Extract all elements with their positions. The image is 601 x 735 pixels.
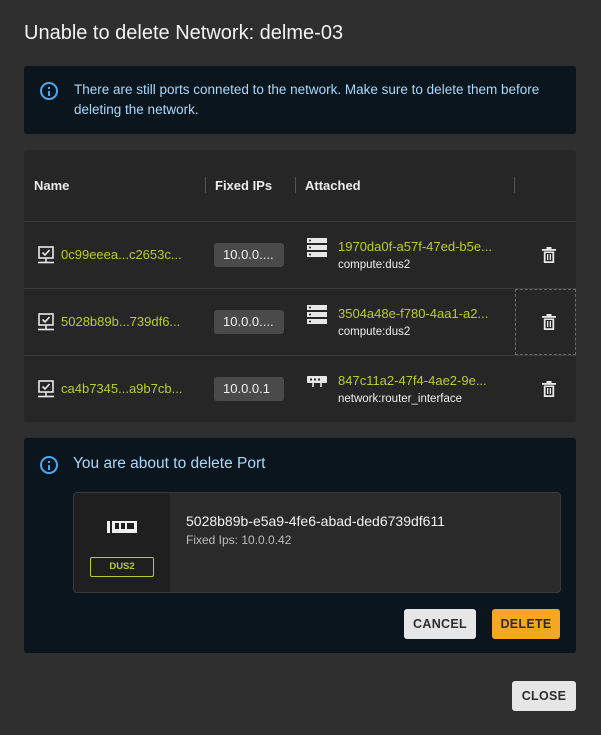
column-header-name[interactable]: Name [34, 178, 69, 193]
delete-confirmation-panel: You are about to delete Port DUS2 5028b8… [24, 438, 576, 653]
port-name-link[interactable]: 0c99eeea...c2653c... [61, 247, 182, 262]
delete-button[interactable]: DELETE [492, 609, 560, 639]
trash-icon[interactable] [542, 247, 556, 263]
ports-table: Name Fixed IPs Attached 0c99eeea...c2653… [24, 150, 576, 422]
attached-device-link[interactable]: 3504a48e-f780-4aa1-a2... [338, 306, 488, 321]
info-banner: There are still ports conneted to the ne… [24, 66, 576, 134]
cancel-button[interactable]: CANCEL [404, 609, 476, 639]
region-badge: DUS2 [90, 557, 154, 577]
server-icon [307, 238, 327, 257]
port-card-thumbnail: DUS2 [74, 493, 170, 592]
trash-icon[interactable] [542, 314, 556, 330]
port-name-link[interactable]: ca4b7345...a9b7cb... [61, 381, 182, 396]
column-separator [295, 177, 296, 193]
trash-icon[interactable] [542, 381, 556, 397]
port-name-link[interactable]: 5028b89b...739df6... [61, 314, 180, 329]
router-icon [307, 376, 327, 387]
column-header-fixed-ips[interactable]: Fixed IPs [215, 178, 272, 193]
column-header-attached[interactable]: Attached [305, 178, 361, 193]
attached-device-owner: network:router_interface [338, 393, 463, 405]
attached-device-owner: compute:dus2 [338, 259, 411, 271]
table-row: ca4b7345...a9b7cb... 10.0.0.1 847c11a2-4… [24, 356, 576, 423]
table-header: Name Fixed IPs Attached [24, 150, 576, 222]
info-banner-text: There are still ports conneted to the ne… [74, 82, 540, 117]
fixed-ip-chip: 10.0.0.... [214, 243, 284, 267]
attached-device-link[interactable]: 847c11a2-47f4-4ae2-9e... [338, 373, 487, 388]
info-icon [40, 456, 58, 474]
close-button[interactable]: CLOSE [512, 681, 576, 711]
port-fixed-ips: Fixed Ips: 10.0.0.42 [186, 533, 292, 547]
confirm-title: You are about to delete Port [73, 455, 266, 472]
table-row: 0c99eeea...c2653c... 10.0.0.... 1970da0f… [24, 222, 576, 289]
port-icon [38, 313, 54, 331]
fixed-ip-chip: 10.0.0.1 [214, 377, 284, 401]
attached-device-link[interactable]: 1970da0f-a57f-47ed-b5e... [338, 239, 492, 254]
attached-device-owner: compute:dus2 [338, 326, 411, 338]
port-card: DUS2 5028b89b-e5a9-4fe6-abad-ded6739df61… [73, 492, 561, 593]
info-icon [40, 82, 58, 100]
port-icon [38, 246, 54, 264]
server-icon [307, 305, 327, 324]
dialog-title: Unable to delete Network: delme-03 [24, 22, 344, 44]
port-icon [38, 380, 54, 398]
table-row: 5028b89b...739df6... 10.0.0.... 3504a48e… [24, 289, 576, 356]
port-full-id: 5028b89b-e5a9-4fe6-abad-ded6739df611 [186, 513, 445, 529]
confirm-header: You are about to delete Port [40, 454, 265, 474]
column-separator [514, 177, 515, 193]
network-card-icon [107, 521, 137, 533]
fixed-ip-chip: 10.0.0.... [214, 310, 284, 334]
column-separator [205, 177, 206, 193]
